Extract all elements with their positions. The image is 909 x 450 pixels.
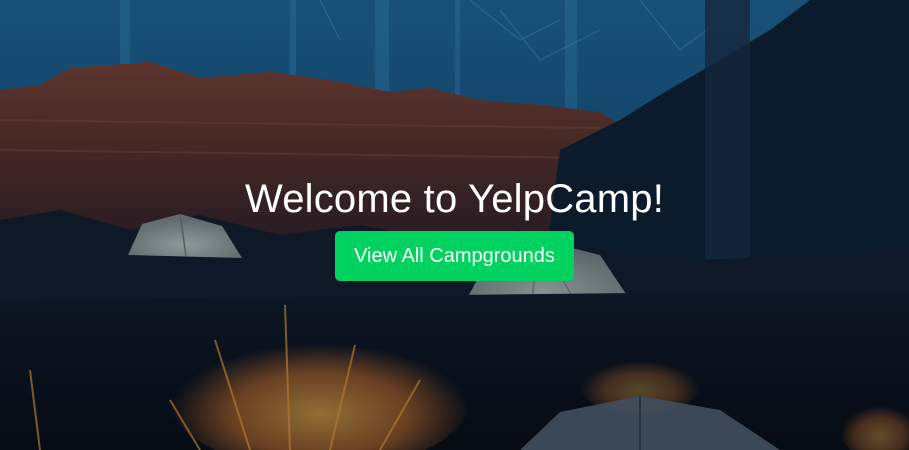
landing-hero: Welcome to YelpCamp! View All Campground… (0, 0, 909, 450)
page-title: Welcome to YelpCamp! (244, 177, 665, 221)
view-all-campgrounds-button[interactable]: View All Campgrounds (335, 231, 574, 281)
hero-content: Welcome to YelpCamp! View All Campground… (0, 175, 909, 281)
